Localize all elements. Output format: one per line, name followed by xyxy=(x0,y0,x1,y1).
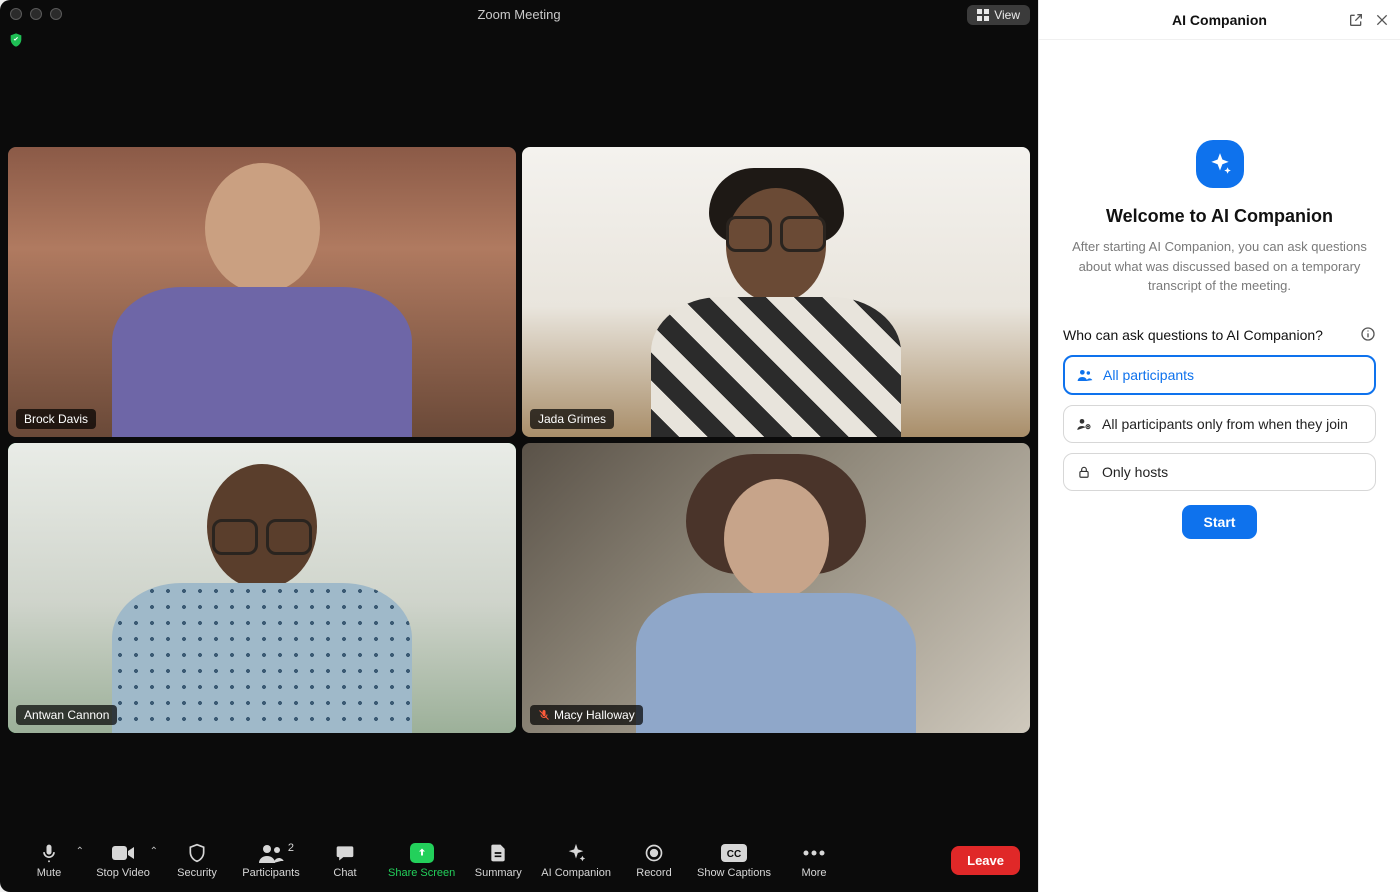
more-button[interactable]: More xyxy=(783,842,845,879)
encryption-shield-icon[interactable] xyxy=(8,32,24,48)
option-label: All participants only from when they joi… xyxy=(1102,416,1348,432)
tool-label: Summary xyxy=(475,867,522,879)
summary-icon xyxy=(488,842,508,864)
window-minimize-dot[interactable] xyxy=(30,8,42,20)
encryption-indicator-row xyxy=(0,28,1038,52)
window-title: Zoom Meeting xyxy=(10,7,1028,22)
show-captions-button[interactable]: CC Show Captions xyxy=(697,842,771,879)
chat-button[interactable]: Chat xyxy=(314,842,376,879)
option-only-hosts[interactable]: Only hosts xyxy=(1063,453,1376,491)
camera-icon xyxy=(111,842,135,864)
participant-name: Jada Grimes xyxy=(538,412,606,426)
participant-name-tag: Macy Halloway xyxy=(530,705,643,725)
tool-label: AI Companion xyxy=(541,867,611,879)
chat-icon xyxy=(334,842,356,864)
view-button-label: View xyxy=(994,8,1020,22)
participant-video xyxy=(522,443,1030,733)
microphone-icon xyxy=(39,842,59,864)
sparkle-icon xyxy=(565,842,587,864)
video-tile[interactable]: Macy Halloway xyxy=(522,443,1030,733)
participant-video xyxy=(8,443,516,733)
participant-name-tag: Jada Grimes xyxy=(530,409,614,429)
participant-video xyxy=(8,147,516,437)
close-icon[interactable] xyxy=(1374,12,1390,28)
participant-name: Antwan Cannon xyxy=(24,708,109,722)
ai-companion-button[interactable]: AI Companion xyxy=(541,842,611,879)
person-join-icon xyxy=(1076,417,1092,431)
summary-button[interactable]: Summary xyxy=(467,842,529,879)
start-label: Start xyxy=(1204,514,1236,530)
tool-label: Chat xyxy=(333,867,356,879)
record-button[interactable]: Record xyxy=(623,842,685,879)
participant-count: 2 xyxy=(288,842,294,854)
welcome-body: After starting AI Companion, you can ask… xyxy=(1070,237,1370,296)
more-icon xyxy=(803,842,825,864)
panel-header: AI Companion xyxy=(1039,0,1400,40)
meeting-toolbar: ⌃ Mute ⌃ Stop Video Security xyxy=(0,828,1038,892)
security-button[interactable]: Security xyxy=(166,842,228,879)
leave-button[interactable]: Leave xyxy=(951,846,1020,875)
muted-mic-icon xyxy=(538,709,550,721)
tool-label: More xyxy=(801,867,826,879)
view-button[interactable]: View xyxy=(967,5,1030,25)
grid-icon xyxy=(977,9,989,21)
mute-button[interactable]: ⌃ Mute xyxy=(18,842,80,879)
meeting-area: Zoom Meeting View Brock Davis xyxy=(0,0,1038,892)
welcome-heading: Welcome to AI Companion xyxy=(1063,206,1376,227)
group-icon xyxy=(1077,368,1093,382)
start-button[interactable]: Start xyxy=(1182,505,1258,539)
permission-section-label: Who can ask questions to AI Companion? xyxy=(1063,326,1376,345)
chevron-up-icon[interactable]: ⌃ xyxy=(150,846,158,857)
permission-label-text: Who can ask questions to AI Companion? xyxy=(1063,327,1323,343)
participant-name-tag: Brock Davis xyxy=(16,409,96,429)
svg-text:CC: CC xyxy=(727,849,741,860)
tool-label: Show Captions xyxy=(697,867,771,879)
window-close-dot[interactable] xyxy=(10,8,22,20)
option-label: Only hosts xyxy=(1102,464,1168,480)
leave-label: Leave xyxy=(967,853,1004,868)
tool-label: Share Screen xyxy=(388,867,455,879)
participant-name: Macy Halloway xyxy=(554,708,635,722)
ai-companion-logo-icon xyxy=(1196,140,1244,188)
video-grid: Brock Davis Jada Grimes Antwan Cannon xyxy=(0,52,1038,828)
chevron-up-icon[interactable]: ⌃ xyxy=(76,846,84,857)
window-titlebar: Zoom Meeting View xyxy=(0,0,1038,28)
tool-label: Record xyxy=(636,867,671,879)
popout-icon[interactable] xyxy=(1348,12,1364,28)
tool-label: Mute xyxy=(37,867,61,879)
option-label: All participants xyxy=(1103,367,1194,383)
window-zoom-dot[interactable] xyxy=(50,8,62,20)
participants-icon xyxy=(258,842,284,864)
video-tile[interactable]: Antwan Cannon xyxy=(8,443,516,733)
panel-title: AI Companion xyxy=(1172,12,1267,28)
tool-label: Security xyxy=(177,867,217,879)
video-tile[interactable]: Brock Davis xyxy=(8,147,516,437)
video-tile[interactable]: Jada Grimes xyxy=(522,147,1030,437)
participants-button[interactable]: 2 Participants xyxy=(240,842,302,879)
lock-icon xyxy=(1076,464,1092,480)
participant-name-tag: Antwan Cannon xyxy=(16,705,117,725)
tool-label: Participants xyxy=(242,867,299,879)
stop-video-button[interactable]: ⌃ Stop Video xyxy=(92,842,154,879)
panel-body: Welcome to AI Companion After starting A… xyxy=(1039,40,1400,892)
shield-icon xyxy=(187,842,207,864)
window-controls[interactable] xyxy=(10,8,62,20)
participant-video xyxy=(522,147,1030,437)
tool-label: Stop Video xyxy=(96,867,150,879)
share-screen-icon xyxy=(410,842,434,864)
share-screen-button[interactable]: Share Screen xyxy=(388,842,455,879)
info-icon[interactable] xyxy=(1360,326,1376,345)
option-all-participants[interactable]: All participants xyxy=(1063,355,1376,395)
participant-name: Brock Davis xyxy=(24,412,88,426)
ai-companion-panel: AI Companion Welcome to AI Companion Aft… xyxy=(1038,0,1400,892)
captions-icon: CC xyxy=(721,842,747,864)
option-from-when-they-join[interactable]: All participants only from when they joi… xyxy=(1063,405,1376,443)
record-icon xyxy=(644,842,664,864)
